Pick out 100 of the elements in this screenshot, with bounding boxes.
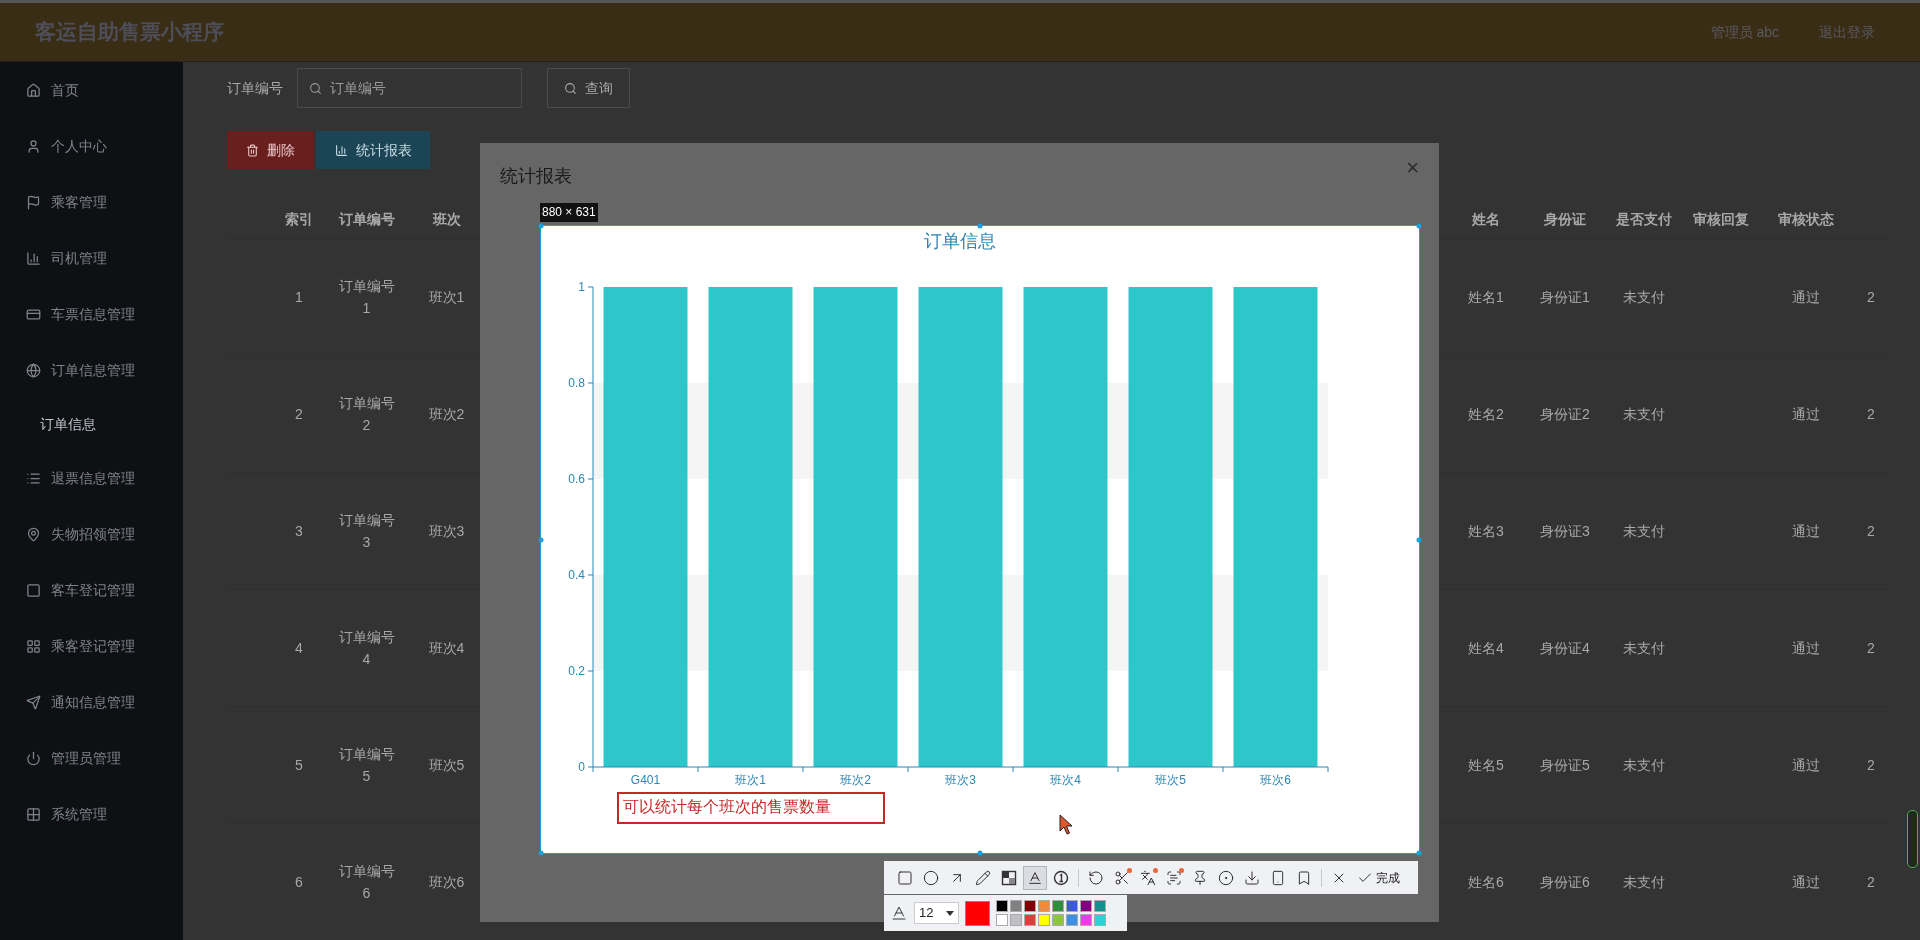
- power-icon: [26, 750, 41, 766]
- number-icon: [1053, 869, 1069, 886]
- translate-icon: [1140, 869, 1156, 886]
- table-cell-text: 未支付: [1623, 287, 1665, 307]
- sidebar-item[interactable]: 司机管理: [0, 230, 183, 286]
- sidebar-item[interactable]: 管理员管理: [0, 730, 183, 786]
- sidebar-item[interactable]: 个人中心: [0, 118, 183, 174]
- color-swatch[interactable]: [1066, 914, 1078, 926]
- table-cell-text: 姓名6: [1468, 872, 1504, 892]
- search-icon: [564, 81, 577, 95]
- search-icon: [309, 82, 322, 95]
- record-icon: [1218, 869, 1234, 886]
- sidebar-item[interactable]: 失物招领管理: [0, 506, 183, 562]
- caret-icon: [946, 910, 954, 916]
- trash-icon: [246, 143, 259, 157]
- table-cell-text: 身份证4: [1540, 638, 1590, 658]
- table-cell-text: 2: [295, 404, 303, 424]
- category-label: 班次6: [1260, 773, 1291, 787]
- sidebar-item[interactable]: 车票信息管理: [0, 286, 183, 342]
- color-swatch[interactable]: [1094, 900, 1106, 912]
- chart-title: 订单信息: [924, 231, 996, 251]
- table-cell-text: 身份证6: [1540, 872, 1590, 892]
- color-swatch[interactable]: [1038, 914, 1050, 926]
- table-cell-text: 班次3: [428, 521, 465, 541]
- done-button[interactable]: 完成: [1353, 865, 1404, 890]
- color-swatch[interactable]: [1010, 900, 1022, 912]
- color-swatch[interactable]: [1024, 900, 1036, 912]
- table-cell-text: 身份证1: [1540, 287, 1590, 307]
- category-label: 班次2: [840, 773, 871, 787]
- color-swatch[interactable]: [1094, 914, 1106, 926]
- table-cell-text: 身份证2: [1540, 404, 1590, 424]
- color-swatch[interactable]: [1038, 900, 1050, 912]
- column-header: 姓名: [1472, 209, 1500, 229]
- table-cell-text: 订单编号6: [337, 862, 396, 903]
- current-color-swatch[interactable]: [965, 900, 990, 926]
- color-swatch[interactable]: [1080, 900, 1092, 912]
- color-swatch[interactable]: [1066, 900, 1078, 912]
- color-swatch[interactable]: [1024, 914, 1036, 926]
- resize-handle[interactable]: [1416, 223, 1422, 229]
- sidebar-item[interactable]: 订单信息管理: [0, 342, 183, 398]
- sidebar-item[interactable]: 乘客登记管理: [0, 618, 183, 674]
- table-cell-text: 姓名4: [1468, 638, 1504, 658]
- color-swatch[interactable]: [996, 900, 1008, 912]
- sidebar-item[interactable]: 乘客管理: [0, 174, 183, 230]
- sidebar-item[interactable]: 通知信息管理: [0, 674, 183, 730]
- table-cell-text: 2: [1867, 872, 1875, 892]
- column-header: 审核回复: [1693, 209, 1749, 229]
- flag-icon: [26, 194, 41, 210]
- resize-handle[interactable]: [1416, 850, 1422, 856]
- scissors-icon: [1114, 869, 1130, 886]
- bar-chart-icon: [26, 250, 41, 266]
- category-label: G401: [630, 773, 661, 787]
- table-cell-text: 订单编号1: [337, 277, 396, 318]
- category-label: 班次5: [1155, 773, 1186, 787]
- report-button[interactable]: 统计报表: [316, 131, 430, 169]
- table-cell-text: 姓名3: [1468, 521, 1504, 541]
- color-swatch[interactable]: [1052, 900, 1064, 912]
- column-header: 审核状态: [1778, 209, 1834, 229]
- tick-label: 0.2: [568, 664, 585, 678]
- color-swatch[interactable]: [1052, 914, 1064, 926]
- table-cell-text: 5: [295, 755, 303, 775]
- user-icon: [26, 138, 41, 154]
- color-swatch[interactable]: [996, 914, 1008, 926]
- sidebar-item[interactable]: 退票信息管理: [0, 450, 183, 506]
- table-cell-text: 通过: [1792, 872, 1820, 892]
- color-swatch[interactable]: [1010, 914, 1022, 926]
- resize-handle[interactable]: [538, 850, 544, 856]
- table-cell-text: 1: [295, 287, 303, 307]
- sidebar-item[interactable]: 首页: [0, 62, 183, 118]
- pencil-icon: [975, 869, 991, 886]
- bar-chart-icon: [334, 143, 348, 157]
- resize-handle[interactable]: [538, 537, 544, 542]
- sidebar-item[interactable]: 客车登记管理: [0, 562, 183, 618]
- table-cell-text: 班次2: [428, 404, 465, 424]
- resize-handle[interactable]: [977, 223, 983, 229]
- undo-icon: [1088, 869, 1104, 886]
- circle-icon: [923, 869, 939, 886]
- scrollbar-thumb[interactable]: [1907, 810, 1918, 868]
- card-icon: [26, 306, 41, 322]
- resize-handle[interactable]: [977, 850, 983, 856]
- table-cell-text: 未支付: [1623, 404, 1665, 424]
- column-header: 班次: [432, 209, 461, 229]
- resize-handle[interactable]: [1416, 537, 1422, 542]
- sidebar-subitem[interactable]: 订单信息: [0, 398, 183, 450]
- color-swatch[interactable]: [1080, 914, 1092, 926]
- query-button[interactable]: 查询: [547, 68, 630, 108]
- table-cell-text: 身份证5: [1540, 755, 1590, 775]
- table-cell-text: 2: [1867, 521, 1875, 541]
- tool-button[interactable]: [1023, 865, 1047, 890]
- resize-handle[interactable]: [538, 223, 544, 229]
- font-size-select[interactable]: 12: [914, 902, 959, 924]
- column-header: 索引: [285, 209, 313, 229]
- delete-button[interactable]: 删除: [227, 131, 314, 169]
- table-cell-text: 通过: [1792, 755, 1820, 775]
- grid-icon: [26, 806, 41, 822]
- search-field[interactable]: 订单编号: [297, 68, 522, 108]
- sidebar-item[interactable]: 系统管理: [0, 786, 183, 842]
- square-icon: [26, 582, 41, 598]
- table-cell-text: 4: [295, 638, 303, 658]
- bookmark-icon: [1296, 869, 1312, 886]
